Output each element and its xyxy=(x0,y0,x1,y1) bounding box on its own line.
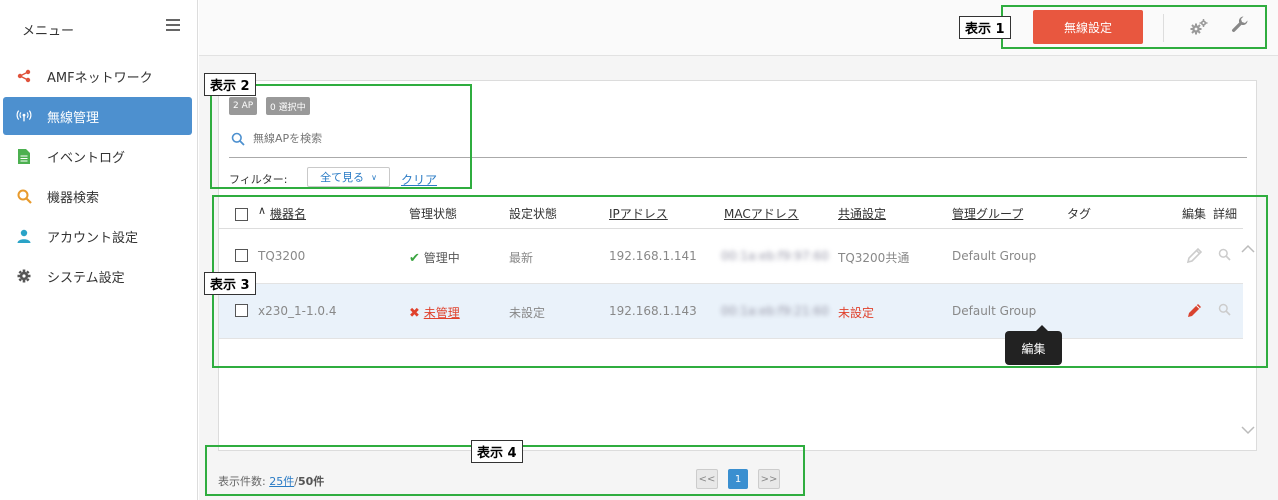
annotation-box-1 xyxy=(1001,5,1267,49)
user-icon xyxy=(16,228,32,244)
gear-icon xyxy=(16,268,32,284)
sidebar-nav: AMFネットワーク 無線管理 イベントログ 機器検索 アカウント設定 システム設… xyxy=(3,57,192,297)
scroll-down-icon[interactable] xyxy=(1241,424,1255,439)
sidebar-item-account-settings[interactable]: アカウント設定 xyxy=(3,217,192,255)
document-icon xyxy=(16,148,32,164)
sidebar-title: メニュー xyxy=(22,24,75,39)
annotation-box-3 xyxy=(212,195,1268,368)
sidebar-item-label: 機器検索 xyxy=(47,190,100,206)
annotation-box-2 xyxy=(210,84,472,189)
hamburger-menu-icon[interactable] xyxy=(166,19,180,33)
annotation-label-3: 表示 3 xyxy=(204,272,256,295)
sidebar-item-system-settings[interactable]: システム設定 xyxy=(3,257,192,295)
sidebar-item-event-log[interactable]: イベントログ xyxy=(3,137,192,175)
search-icon xyxy=(16,188,32,204)
sidebar-item-label: イベントログ xyxy=(47,150,126,166)
sidebar-item-label: AMFネットワーク xyxy=(47,70,153,86)
sidebar-item-label: 無線管理 xyxy=(47,110,100,126)
share-icon xyxy=(16,68,32,84)
annotation-label-4: 表示 4 xyxy=(471,440,523,463)
annotation-label-1: 表示 1 xyxy=(959,16,1011,39)
sidebar-item-label: システム設定 xyxy=(47,270,125,286)
sidebar-item-wireless[interactable]: 無線管理 xyxy=(3,97,192,135)
sidebar-item-device-search[interactable]: 機器検索 xyxy=(3,177,192,215)
sidebar-item-label: アカウント設定 xyxy=(47,230,139,246)
sidebar: メニュー AMFネットワーク 無線管理 イベントログ 機器検索 アカウント設定 … xyxy=(0,0,198,500)
wireless-icon xyxy=(16,108,32,124)
annotation-label-2: 表示 2 xyxy=(204,73,256,96)
sidebar-item-amf-network[interactable]: AMFネットワーク xyxy=(3,57,192,95)
